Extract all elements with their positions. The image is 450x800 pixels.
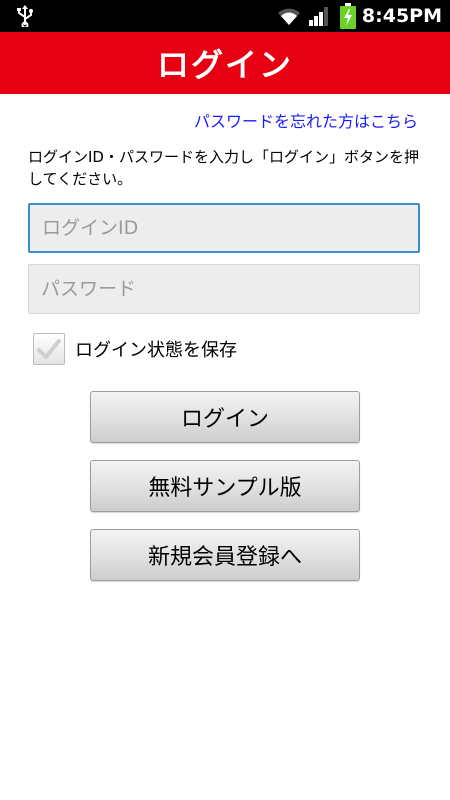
forgot-password-link[interactable]: パスワードを忘れた方はこちら (194, 108, 418, 132)
usb-icon (17, 5, 33, 27)
login-id-input[interactable] (28, 203, 420, 253)
remember-login-label: ログイン状態を保存 (75, 340, 237, 361)
check-icon (37, 339, 61, 359)
wifi-icon (278, 8, 300, 25)
title-bar: ログイン (0, 32, 450, 94)
free-sample-button[interactable]: 無料サンプル版 (90, 460, 360, 512)
status-clock: 8:45PM (361, 5, 442, 27)
page-title: ログイン (156, 46, 293, 84)
login-button[interactable]: ログイン (90, 391, 360, 443)
battery-charging-icon (340, 3, 356, 29)
instructions-text: ログインID・パスワードを入力し「ログイン」ボタンを押してください。 (28, 148, 419, 188)
password-input[interactable] (28, 264, 420, 314)
status-bar: 8:45PM (0, 0, 450, 32)
remember-login-row[interactable]: ログイン状態を保存 (33, 333, 237, 365)
remember-login-checkbox[interactable] (33, 333, 65, 365)
register-button[interactable]: 新規会員登録へ (90, 529, 360, 581)
signal-icon (309, 7, 328, 26)
